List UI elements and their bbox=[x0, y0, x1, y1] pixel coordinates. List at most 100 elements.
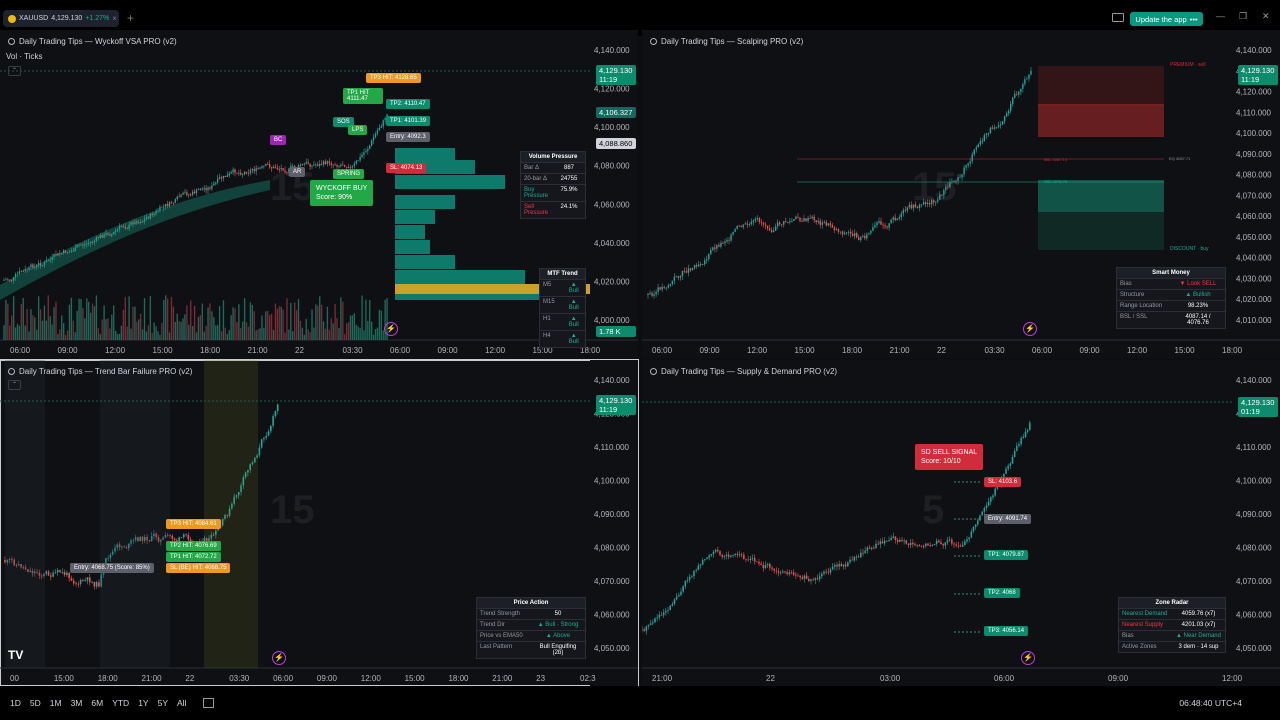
volume-bar bbox=[305, 318, 307, 340]
row-label: 20-bar Δ bbox=[524, 176, 548, 182]
time-tick: 22 bbox=[766, 674, 775, 683]
candle-body bbox=[1020, 438, 1022, 445]
volume-bar bbox=[18, 325, 21, 340]
candle-body bbox=[240, 172, 242, 175]
eye-icon[interactable] bbox=[8, 368, 15, 375]
last-price: 4,129.130 bbox=[599, 396, 633, 405]
eye-icon[interactable] bbox=[8, 38, 15, 45]
time-tick: 09:00 bbox=[438, 346, 459, 355]
maximize-icon[interactable]: ❐ bbox=[1239, 11, 1247, 22]
eye-icon[interactable] bbox=[650, 38, 657, 45]
volume-bar bbox=[232, 307, 234, 340]
range-3m-button[interactable]: 3M bbox=[71, 698, 83, 708]
volume-bar bbox=[64, 334, 67, 340]
time-tick: 09:00 bbox=[1080, 346, 1101, 355]
lps-chip: LPS bbox=[348, 125, 368, 135]
table-row: Trend Strength 50 bbox=[477, 608, 585, 619]
candle-body bbox=[209, 187, 211, 189]
candle-body bbox=[799, 217, 801, 222]
indicator-icon[interactable]: ⚡ bbox=[1021, 651, 1035, 665]
volume-bar bbox=[317, 305, 319, 340]
candle-body bbox=[751, 558, 754, 559]
time-tick: 12:00 bbox=[747, 346, 768, 355]
candle-body bbox=[738, 225, 740, 227]
volume-bar bbox=[163, 300, 165, 340]
chart-pane-wyckoff[interactable]: Daily Trading Tips — Wyckoff VSA PRO (v2… bbox=[0, 30, 638, 358]
volume-bar bbox=[166, 298, 169, 340]
candle-body bbox=[371, 140, 373, 146]
symbol-tab[interactable]: XAUUSD 4,129.130 +1.27% × bbox=[3, 10, 119, 27]
range-6m-button[interactable]: 6M bbox=[91, 698, 103, 708]
volume-bar bbox=[347, 322, 350, 340]
add-tab-icon[interactable]: + bbox=[127, 11, 134, 25]
range-5y-button[interactable]: 5Y bbox=[158, 698, 168, 708]
close-window-icon[interactable]: ✕ bbox=[1262, 11, 1270, 22]
candle-body bbox=[45, 571, 48, 574]
candle-body bbox=[969, 161, 971, 164]
range-all-button[interactable]: All bbox=[177, 698, 186, 708]
candle-body bbox=[970, 531, 973, 538]
volume-profile-bar bbox=[395, 148, 455, 162]
volume-label: 1.78 K bbox=[596, 326, 636, 337]
update-app-button[interactable]: Update the app ••• bbox=[1130, 12, 1203, 26]
indicator-icon[interactable]: ⚡ bbox=[272, 651, 286, 665]
row-value: 24755 bbox=[560, 176, 578, 182]
candle-body bbox=[345, 166, 348, 168]
volume-bar bbox=[301, 327, 304, 340]
candle-body bbox=[981, 141, 984, 142]
candle-body bbox=[691, 576, 693, 578]
candle-body bbox=[330, 163, 332, 166]
candle-body bbox=[777, 571, 780, 573]
time-tick: 15:00 bbox=[153, 346, 174, 355]
candle-body bbox=[793, 219, 795, 221]
eye-icon[interactable] bbox=[650, 368, 657, 375]
table-row: H4 ▲ Bull bbox=[540, 330, 585, 347]
price-tick: 4,020.000 bbox=[594, 277, 630, 286]
date-range-icon[interactable] bbox=[203, 698, 215, 708]
volume-bar bbox=[86, 298, 88, 340]
candle-body bbox=[864, 235, 866, 239]
candle-body bbox=[704, 559, 706, 561]
close-tab-icon[interactable]: × bbox=[112, 14, 117, 23]
candle-body bbox=[326, 161, 329, 164]
symbol-name: XAUUSD bbox=[19, 15, 49, 22]
price-tick: 4,070.000 bbox=[1236, 577, 1272, 586]
chart-pane-scalping[interactable]: Daily Trading Tips — Scalping PRO (v2) 4… bbox=[642, 30, 1280, 358]
candle-body bbox=[872, 227, 874, 231]
range-1y-button[interactable]: 1Y bbox=[138, 698, 148, 708]
last-price: 4,129.130 bbox=[599, 66, 633, 75]
indicator-icon[interactable]: ⚡ bbox=[1023, 322, 1037, 336]
candle-body bbox=[775, 570, 778, 572]
volume-bar bbox=[274, 303, 277, 340]
price-tick: 4,020.000 bbox=[1236, 295, 1272, 304]
candle-body bbox=[772, 230, 775, 233]
range-5d-button[interactable]: 5D bbox=[30, 698, 41, 708]
minimize-icon[interactable]: — bbox=[1216, 11, 1225, 21]
indicator-icon[interactable]: ⚡ bbox=[384, 322, 398, 336]
candle-body bbox=[870, 547, 873, 549]
range-1d-button[interactable]: 1D bbox=[10, 698, 21, 708]
collapse-icon[interactable]: ⌃ bbox=[8, 380, 21, 390]
tp2-chip: TP2: 4068 bbox=[984, 588, 1020, 598]
chart-pane-supply-demand[interactable]: Daily Trading Tips — Supply & Demand PRO… bbox=[642, 360, 1280, 686]
candle-body bbox=[938, 540, 940, 543]
volume-bar bbox=[261, 315, 263, 340]
table-title: Zone Radar bbox=[1119, 598, 1225, 608]
range-1m-button[interactable]: 1M bbox=[50, 698, 62, 708]
candle-body bbox=[860, 236, 862, 241]
zone-radar-table: Zone Radar Nearest Demand 4059.76 (x7) Nea… bbox=[1118, 597, 1226, 653]
candle-body bbox=[263, 165, 265, 167]
screen-icon[interactable] bbox=[1112, 13, 1124, 22]
collapse-icon[interactable]: ⌃ bbox=[8, 66, 21, 76]
candle-body bbox=[1022, 83, 1024, 89]
volume-bar bbox=[297, 298, 300, 340]
candle-body bbox=[188, 194, 190, 196]
candle-body bbox=[720, 243, 722, 247]
candle-body bbox=[821, 573, 823, 577]
candle-body bbox=[260, 439, 263, 448]
chart-pane-trend-bar[interactable]: Daily Trading Tips — Trend Bar Failure P… bbox=[0, 359, 639, 687]
volume-bar bbox=[268, 314, 271, 340]
range-ytd-button[interactable]: YTD bbox=[112, 698, 129, 708]
volume-bar bbox=[37, 296, 40, 340]
candle-body bbox=[203, 188, 205, 190]
